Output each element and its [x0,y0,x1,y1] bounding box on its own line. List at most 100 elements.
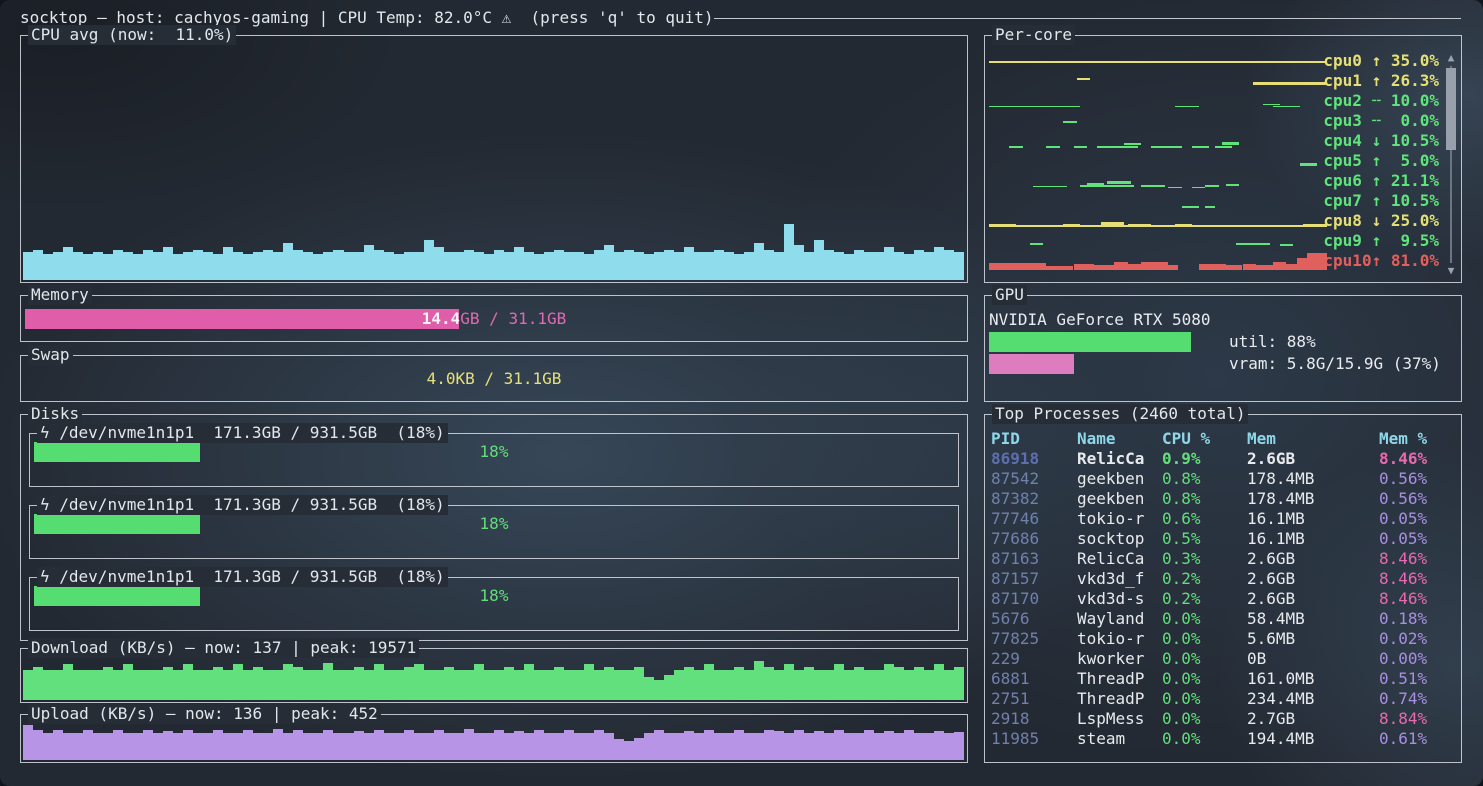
lightning-icon: ϟ [40,495,50,514]
spark-bar [233,252,243,280]
spark-bar [53,252,63,280]
spark-bar [454,670,464,700]
core-row-cpu10: cpu10↑ 81.0% [985,251,1461,271]
spark-bar [774,670,784,700]
spark-bar [494,250,504,280]
spark-segment [1074,146,1088,148]
spark-segment [1222,142,1239,145]
cpu-avg-panel: CPU avg (now: 11.0%) [20,35,968,283]
process-mem-pct: 8.84% [1379,709,1455,729]
gpu-vram-row: vram: 5.8G/15.9G (37%) [989,354,1457,374]
core-row-cpu4: cpu4 ↓ 10.5% [985,131,1461,151]
spark-bar [674,252,684,280]
spark-bar [814,240,824,280]
scroll-up-icon[interactable]: ▲ [1445,52,1457,64]
spark-bar [364,670,374,700]
spark-bar [384,252,394,280]
spark-bar [754,733,764,760]
column-header[interactable]: CPU % [1162,429,1247,449]
spark-bar [754,243,764,280]
disk-title-text: /dev/nvme1n1p1 171.3GB / 931.5GB (18%) [50,423,445,442]
disk-gauge: 18% [34,442,954,462]
scrollbar-thumb[interactable] [1446,68,1456,150]
process-row[interactable]: 87382geekben0.8%178.4MB0.56% [991,489,1461,509]
spark-bar [544,670,554,700]
spark-bar [53,730,63,760]
spark-bar [894,252,904,280]
spark-bar [263,250,273,280]
per-core-scrollbar[interactable]: ▲ ▼ [1445,52,1457,277]
spark-segment [1273,262,1287,270]
spark-bar [243,730,253,760]
spark-bar [804,733,814,760]
process-pid: 77746 [991,509,1077,529]
memory-panel: Memory 14.4GB / 31.1GB 14.4GB / 31.1GB [20,295,968,342]
spark-bar [173,670,183,700]
spark-bar [734,667,744,700]
process-row[interactable]: 2918LspMess0.0%2.7GB8.84% [991,709,1461,729]
spark-bar [344,670,354,700]
spark-bar [223,247,233,280]
column-header[interactable]: Name [1077,429,1162,449]
spark-segment [1151,146,1181,148]
spark-bar [854,250,864,280]
column-header[interactable]: Mem % [1379,429,1455,449]
core-label: cpu3 ╌ 0.0% [1323,111,1439,131]
spark-segment [1046,266,1073,270]
process-row[interactable]: 87163RelicCa0.3%2.6GB8.46% [991,549,1461,569]
spark-bar [504,252,514,280]
spark-bar [103,254,113,280]
spark-bar [414,664,424,700]
spark-bar [714,670,724,700]
process-header-row: PIDNameCPU %MemMem % [991,429,1461,449]
spark-bar [954,667,964,700]
core-label: cpu10↑ 81.0% [1323,251,1439,271]
column-header[interactable]: Mem [1247,429,1379,449]
core-sparkline [989,192,1327,210]
process-row[interactable]: 11985steam0.0%194.4MB0.61% [991,729,1461,749]
process-row[interactable]: 2751ThreadP0.0%234.4MB0.74% [991,689,1461,709]
process-mem: 178.4MB [1247,489,1379,509]
spark-bar [243,670,253,700]
process-row[interactable]: 87542geekben0.8%178.4MB0.56% [991,469,1461,489]
spark-segment [989,263,1046,270]
spark-bar [774,731,784,760]
spark-bar [724,670,734,700]
spark-bar [744,252,754,280]
spark-bar [223,733,233,760]
spark-bar [344,252,354,280]
spark-bar [263,670,273,700]
process-row[interactable]: 87157vkd3d_f0.2%2.6GB8.46% [991,569,1461,589]
process-row[interactable]: 6881ThreadP0.0%161.0MB0.51% [991,669,1461,689]
scroll-down-icon[interactable]: ▼ [1445,265,1457,277]
spark-bar [484,733,494,760]
spark-bar [884,247,894,280]
spark-bar [153,252,163,280]
spark-bar [784,733,794,760]
process-row[interactable]: 77825tokio-r0.0%5.6MB0.02% [991,629,1461,649]
spark-bar [93,252,103,280]
process-row[interactable]: 229kworker0.0%0B0.00% [991,649,1461,669]
process-row[interactable]: 86918RelicCa0.9%2.6GB8.46% [991,449,1461,469]
process-cpu: 0.8% [1162,489,1247,509]
spark-bar [744,670,754,700]
column-header[interactable]: PID [991,429,1077,449]
spark-bar [884,731,894,760]
core-sparkline [989,172,1327,190]
spark-bar [83,254,93,280]
spark-bar [904,670,914,700]
process-row[interactable]: 5676Wayland0.0%58.4MB0.18% [991,609,1461,629]
core-label: cpu5 ↑ 5.0% [1323,151,1439,171]
spark-bar [374,664,384,700]
spark-bar [654,680,664,700]
spark-segment [1175,224,1192,226]
spark-bar [133,733,143,760]
spark-bar [584,664,594,700]
spark-bar [534,254,544,280]
spark-bar [183,252,193,280]
process-cpu: 0.0% [1162,709,1247,729]
process-row[interactable]: 77746tokio-r0.6%16.1MB0.05% [991,509,1461,529]
process-row[interactable]: 87170vkd3d-s0.2%2.6GB8.46% [991,589,1461,609]
spark-segment [1253,82,1327,85]
process-row[interactable]: 77686socktop0.5%16.1MB0.05% [991,529,1461,549]
